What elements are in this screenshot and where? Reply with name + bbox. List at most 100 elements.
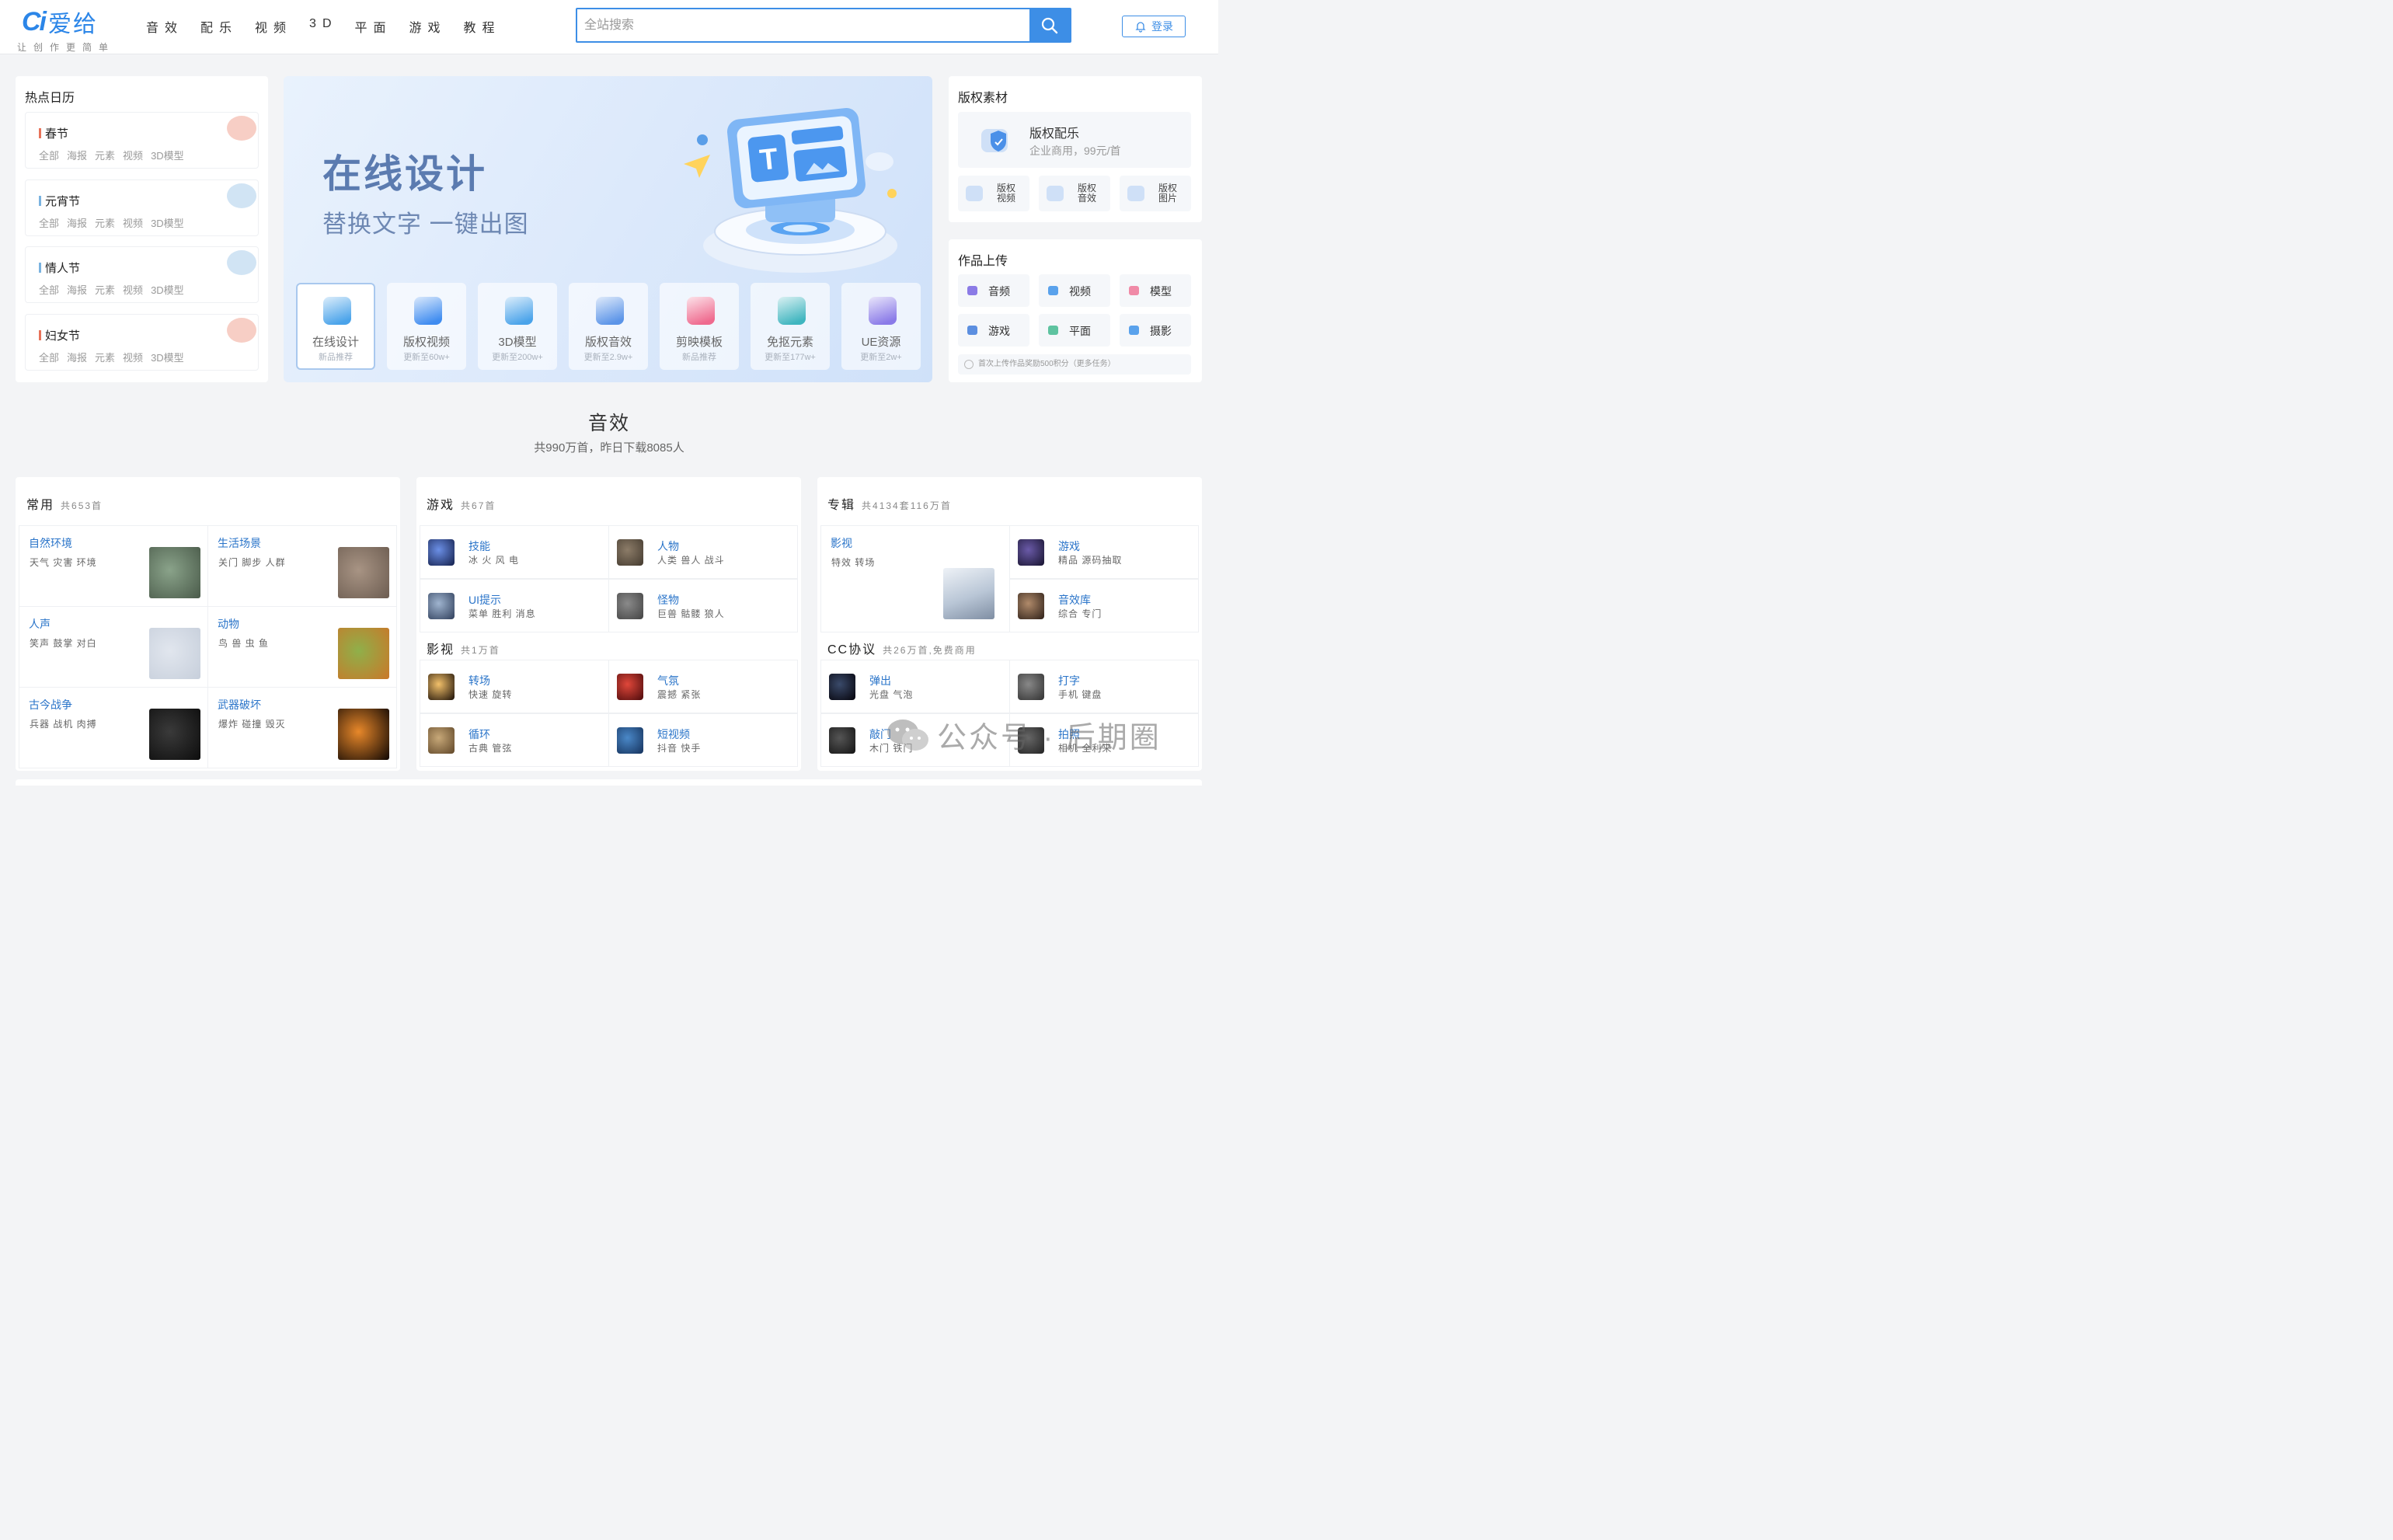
banner-tile[interactable]: 3D模型 更新至200w+ — [478, 283, 557, 370]
calendar-tag-link[interactable]: 3D模型 — [151, 350, 184, 364]
sound-subcategory-item[interactable]: 循环 古典 管弦 — [420, 713, 609, 767]
nav-item-music[interactable]: 配乐 — [200, 17, 238, 36]
sound-subcategory-item[interactable]: 弹出 光盘 气泡 — [820, 660, 1010, 713]
subcategory-name: 弹出 — [869, 674, 891, 687]
calendar-tag-link[interactable]: 海报 — [67, 215, 87, 230]
calendar-tag-link[interactable]: 3D模型 — [151, 282, 184, 297]
upload-type-label: 音频 — [988, 285, 1010, 298]
copyright-video-entry[interactable]: 版权 视频 — [958, 176, 1029, 211]
calendar-tag-link[interactable]: 元素 — [95, 215, 115, 230]
sound-subcategory-item[interactable]: 怪物 巨兽 骷髅 狼人 — [608, 579, 798, 632]
main-nav: 音效 配乐 视频 3D 平面 游戏 教程 — [146, 17, 518, 36]
banner-tile[interactable]: 版权音效 更新至2.9w+ — [569, 283, 648, 370]
nav-item-tutorial[interactable]: 教程 — [464, 17, 501, 36]
subcategory-thumbnail — [617, 674, 643, 700]
banner-tile[interactable]: 版权视频 更新至60w+ — [387, 283, 466, 370]
upload-type-label: 摄影 — [1150, 325, 1172, 337]
category-name: 生活场景 — [218, 537, 261, 549]
calendar-tag-link[interactable]: 全部 — [39, 282, 59, 297]
online-design-banner[interactable]: 在线设计 替换文字 一键出图 T 在线设计 新品推荐 版权视频 更新至60w+ 3D模型… — [284, 76, 932, 382]
copyright-sound-entry[interactable]: 版权 音效 — [1039, 176, 1110, 211]
calendar-tag-link[interactable]: 视频 — [123, 282, 143, 297]
subcategory-tags: 菜单 胜利 消息 — [468, 608, 536, 619]
category-name: 自然环境 — [29, 537, 72, 549]
upload-type-button[interactable]: 摄影 — [1120, 314, 1191, 347]
watermark-text: 公众号 · 后期圈 — [937, 722, 1162, 754]
upload-type-button[interactable]: 平面 — [1039, 314, 1110, 347]
calendar-tag-link[interactable]: 视频 — [123, 215, 143, 230]
upload-type-button[interactable]: 视频 — [1039, 274, 1110, 307]
search-button[interactable] — [1029, 9, 1070, 41]
subcategory-name: 循环 — [468, 728, 490, 740]
album-item[interactable]: 游戏 精品 源码抽取 — [1009, 525, 1199, 579]
banner-tile[interactable]: 免抠元素 更新至177w+ — [751, 283, 830, 370]
search-input[interactable] — [577, 9, 1029, 41]
festival-decoration-icon — [227, 116, 256, 141]
sound-category-card[interactable]: 动物鸟 兽 虫 鱼 — [207, 606, 397, 688]
nav-item-sound[interactable]: 音效 — [146, 17, 183, 36]
calendar-tag-link[interactable]: 视频 — [123, 148, 143, 162]
upload-type-button[interactable]: 游戏 — [958, 314, 1029, 347]
calendar-tag-link[interactable]: 海报 — [67, 350, 87, 364]
sound-subcategory-item[interactable]: 短视频 抖音 快手 — [608, 713, 798, 767]
calendar-tag-link[interactable]: 元素 — [95, 148, 115, 162]
banner-tile[interactable]: UE资源 更新至2w+ — [841, 283, 921, 370]
calendar-tag-link[interactable]: 海报 — [67, 148, 87, 162]
album-item[interactable]: 音效库 综合 专门 — [1009, 579, 1199, 632]
calendar-tag-link[interactable]: 视频 — [123, 350, 143, 364]
site-logo[interactable]: Ci 爱给 让创作更简单 — [17, 5, 115, 54]
calendar-tag-link[interactable]: 全部 — [39, 350, 59, 364]
banner-tile-subtitle: 更新至2w+ — [860, 353, 902, 362]
calendar-item-tags: 全部 海报 元素 视频 3D模型 — [39, 350, 192, 364]
calendar-item[interactable]: 情人节 全部 海报 元素 视频 3D模型 — [25, 246, 259, 303]
calendar-item-marker — [39, 128, 41, 138]
category-name: 动物 — [218, 618, 239, 630]
sound-subcategory-item[interactable]: 技能冰 火 风 电 — [420, 525, 609, 579]
calendar-item[interactable]: 元宵节 全部 海报 元素 视频 3D模型 — [25, 179, 259, 236]
subcategory-thumbnail — [428, 539, 455, 566]
calendar-item[interactable]: 妇女节 全部 海报 元素 视频 3D模型 — [25, 313, 259, 371]
sound-category-card[interactable]: 武器破坏 爆炸 碰撞 毁灭 — [207, 687, 397, 768]
calendar-tag-link[interactable]: 全部 — [39, 148, 59, 162]
sound-subcategory-item[interactable]: UI提示 菜单 胜利 消息 — [420, 579, 609, 632]
calendar-tag-link[interactable]: 元素 — [95, 350, 115, 364]
sound-subcategory-item[interactable]: 人物 人类 兽人 战斗 — [608, 525, 798, 579]
nav-item-graphic[interactable]: 平面 — [355, 17, 392, 36]
nav-item-3d[interactable]: 3D — [309, 17, 337, 36]
calendar-item[interactable]: 春节 全部 海报 元素 视频 3D模型 — [25, 112, 259, 169]
calendar-tag-link[interactable]: 海报 — [67, 282, 87, 297]
copyright-music-desc: 企业商用，99元/首 — [1029, 145, 1121, 157]
banner-tile-name: 版权视频 — [402, 336, 450, 349]
sound-subcategory-item[interactable]: 转场 快速 旋转 — [420, 660, 609, 713]
calendar-tag-link[interactable]: 元素 — [95, 282, 115, 297]
nav-item-video[interactable]: 视频 — [255, 17, 292, 36]
nav-item-game[interactable]: 游戏 — [409, 17, 447, 36]
category-tags: 天气 灾害 环境 — [30, 557, 97, 568]
calendar-tag-link[interactable]: 3D模型 — [151, 215, 184, 230]
upload-type-label: 模型 — [1150, 285, 1172, 298]
calendar-item-marker — [39, 329, 41, 340]
copyright-image-entry[interactable]: 版权 图片 — [1120, 176, 1191, 211]
upload-type-button[interactable]: 音频 — [958, 274, 1029, 307]
upload-type-button[interactable]: 模型 — [1120, 274, 1191, 307]
sound-category-card[interactable]: 古今战争 兵器 战机 肉搏 — [19, 687, 208, 768]
banner-tile[interactable]: 在线设计 新品推荐 — [296, 283, 375, 370]
album-feature-film[interactable]: 影视 特效 转场 — [820, 525, 1010, 632]
subcategory-thumbnail — [428, 674, 455, 700]
logo-slogan: 让创作更简单 — [17, 42, 116, 53]
login-button[interactable]: 登录 — [1122, 16, 1186, 37]
sound-category-card[interactable]: 生活场景 关门 脚步 人群 — [207, 525, 397, 607]
calendar-item-tags: 全部 海报 元素 视频 3D模型 — [39, 282, 192, 297]
sound-subcategory-item[interactable]: 气氛 震撼 紧张 — [608, 660, 798, 713]
calendar-tag-link[interactable]: 3D模型 — [151, 148, 184, 162]
banner-tile[interactable]: 剪映模板 新品推荐 — [660, 283, 739, 370]
upload-card: 作品上传 音频 视频 模型 游戏 平面 摄影 首次上传作品奖励500积分（更多任务） — [949, 239, 1202, 382]
festival-decoration-icon — [227, 317, 256, 343]
album-name: 音效库 — [1058, 594, 1091, 606]
sound-category-card[interactable]: 自然环境天气 灾害 环境 — [19, 525, 208, 607]
copyright-music-entry[interactable]: 版权配乐 企业商用，99元/首 — [958, 112, 1191, 168]
sound-subcategory-item[interactable]: 打字 手机 键盘 — [1009, 660, 1199, 713]
calendar-tag-link[interactable]: 全部 — [39, 215, 59, 230]
sound-category-card[interactable]: 人声 笑声 鼓掌 对白 — [19, 606, 208, 688]
film-panel-count: 共1万首 — [461, 645, 500, 656]
